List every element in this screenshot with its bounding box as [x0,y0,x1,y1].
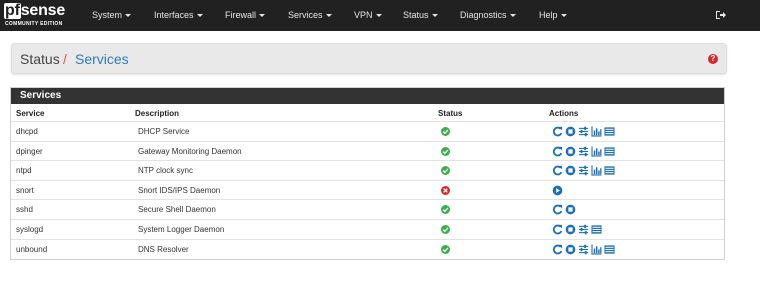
list-icon[interactable] [604,146,615,157]
table-row: snort Snort IDS/IPS Daemon [11,179,724,200]
caret-down-icon [509,14,516,18]
service-name: ntpd [16,166,32,176]
service-description: Secure Shell Daemon [138,205,216,215]
service-description: Snort IDS/IPS Daemon [138,185,221,195]
restart-icon[interactable] [552,146,563,157]
settings-sliders-icon[interactable] [578,224,589,235]
status-running-icon [441,127,450,136]
settings-sliders-icon[interactable] [578,146,589,157]
nav-help-menu[interactable]: Help [539,0,567,31]
service-description: DHCP Service [138,127,190,136]
stop-icon[interactable] [565,204,576,215]
stop-icon[interactable] [565,126,576,137]
list-icon[interactable] [591,224,602,235]
status-running-icon [441,166,450,176]
caret-down-icon [259,14,266,18]
caret-down-icon [125,14,132,18]
breadcrumb-status[interactable]: Status [20,51,60,67]
list-icon[interactable] [604,126,615,137]
status-running-icon [441,244,450,254]
table-row: syslogd System Logger Daemon [11,219,724,239]
list-icon[interactable] [604,165,615,176]
column-header-service[interactable]: Service [16,109,44,118]
service-name: dpinger [16,146,43,156]
caret-down-icon [431,14,438,18]
breadcrumb-separator: / [63,51,67,67]
column-header-status[interactable]: Status [438,109,462,118]
service-name: snort [16,185,34,195]
bar-chart-icon[interactable] [591,126,602,137]
caret-down-icon [196,14,203,18]
restart-icon[interactable] [552,165,563,176]
restart-icon[interactable] [552,204,563,215]
settings-sliders-icon[interactable] [578,244,589,255]
nav-interfaces-menu[interactable]: Interfaces [154,0,203,31]
status-running-icon [441,205,450,215]
stop-icon[interactable] [565,165,576,176]
services-panel: Services Service Description Status Acti… [10,87,725,260]
service-name: syslogd [16,225,44,234]
pfsense-logo[interactable]: pfsense COMMUNITY EDITION [4,3,74,28]
restart-icon[interactable] [552,126,563,137]
nav-diagnostics-menu[interactable]: Diagnostics [460,0,516,31]
table-row: dhcpd DHCP Service [11,121,724,141]
bar-chart-icon[interactable] [591,165,602,176]
service-name: sshd [16,205,33,215]
logo-subtitle: COMMUNITY EDITION [5,21,63,27]
table-row: sshd Secure Shell Daemon [11,199,724,219]
caret-down-icon [560,14,567,18]
table-row: dpinger Gateway Monitoring Daemon [11,140,724,161]
service-description: Gateway Monitoring Daemon [138,146,242,156]
caret-down-icon [375,14,382,18]
restart-icon[interactable] [552,244,563,255]
stop-icon[interactable] [565,244,576,255]
stop-icon[interactable] [565,224,576,235]
nav-firewall-menu[interactable]: Firewall [225,0,266,31]
service-name: unbound [16,244,48,254]
help-icon[interactable]: ? [708,54,718,64]
list-icon[interactable] [604,244,615,255]
column-header-actions: Actions [549,109,579,118]
nav-vpn-menu[interactable]: VPN [354,0,382,31]
service-description: System Logger Daemon [138,225,225,234]
settings-sliders-icon[interactable] [578,126,589,137]
breadcrumb-services[interactable]: Services [75,51,129,67]
service-description: NTP clock sync [138,166,193,176]
service-name: dhcpd [16,127,38,136]
breadcrumb: Status / Services ? [11,43,727,74]
stop-icon[interactable] [565,146,576,157]
bar-chart-icon[interactable] [591,244,602,255]
logo-wordmark: pfsense [4,2,66,19]
status-running-icon [441,225,450,234]
play-icon[interactable] [552,185,563,196]
restart-icon[interactable] [552,224,563,235]
table-row: unbound DNS Resolver [11,238,724,259]
top-navbar: pfsense COMMUNITY EDITION System Interfa… [0,0,760,31]
panel-title: Services [11,88,724,104]
settings-sliders-icon[interactable] [578,165,589,176]
table-row: ntpd NTP clock sync [11,160,724,180]
sign-out-icon[interactable] [715,9,727,21]
nav-status-menu[interactable]: Status [403,0,438,31]
bar-chart-icon[interactable] [591,146,602,157]
service-description: DNS Resolver [138,244,189,254]
caret-down-icon [325,14,332,18]
status-stopped-icon [441,185,450,195]
column-header-description[interactable]: Description [135,109,179,118]
status-running-icon [441,146,450,156]
nav-services-menu[interactable]: Services [288,0,332,31]
nav-system-menu[interactable]: System [92,0,132,31]
